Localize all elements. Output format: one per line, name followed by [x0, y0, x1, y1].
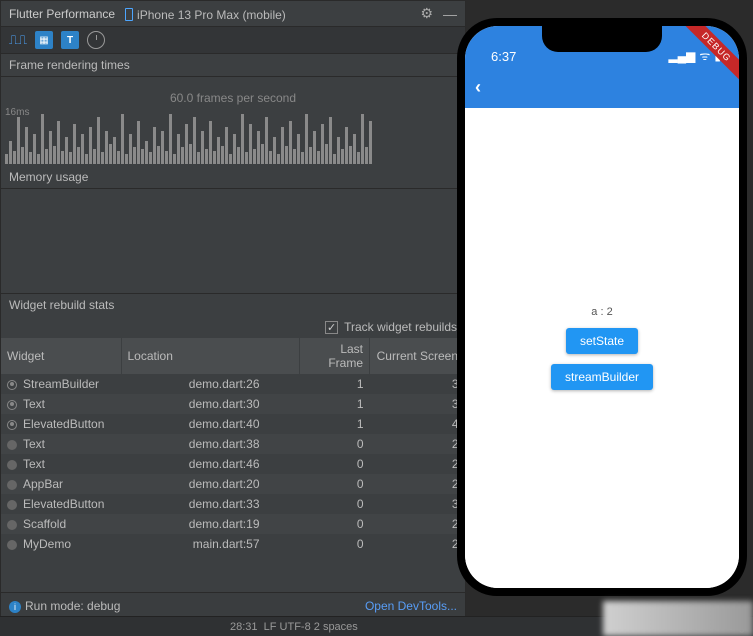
device-selector[interactable]: iPhone 13 Pro Max (mobile) — [125, 6, 286, 22]
rebuild-table: Widget Location Last Frame Current Scree… — [1, 338, 465, 554]
col-widget[interactable]: Widget — [1, 338, 121, 374]
frame-section-title: Frame rendering times — [1, 54, 465, 76]
setstate-button[interactable]: setState — [566, 328, 638, 354]
run-mode-label: Run mode: debug — [25, 599, 120, 613]
table-row[interactable]: Textdemo.dart:3802 — [1, 434, 465, 454]
minimize-icon[interactable]: — — [443, 6, 457, 22]
streambuilder-button[interactable]: streamBuilder — [551, 364, 653, 390]
debug-paint-icon[interactable]: T — [61, 31, 79, 49]
activity-dot — [7, 480, 17, 490]
rebuild-title: Widget rebuild stats — [1, 294, 465, 316]
frame-chart: 60.0 frames per second 16ms — [1, 76, 465, 166]
back-icon[interactable]: ‹ — [475, 77, 481, 98]
slow-animations-icon[interactable] — [87, 31, 105, 49]
memory-section-title: Memory usage — [1, 166, 465, 188]
table-row[interactable]: StreamBuilderdemo.dart:2613 — [1, 374, 465, 394]
memory-chart — [1, 188, 465, 293]
perf-overlay-icon[interactable]: ⎍⎍ — [9, 31, 27, 49]
panel-footer: i Run mode: debug Open DevTools... — [1, 592, 465, 619]
app-bar: ‹ — [465, 66, 739, 108]
gear-icon[interactable]: ⚙ — [420, 5, 433, 22]
table-row[interactable]: MyDemomain.dart:5702 — [1, 534, 465, 554]
iphone-simulator: DEBUG 6:37 ▂▄▆ ᯤ ▮ ‹ a : 2 setState stre… — [457, 18, 747, 596]
col-location[interactable]: Location — [121, 338, 300, 374]
open-devtools-link[interactable]: Open DevTools... — [365, 599, 457, 613]
table-row[interactable]: Textdemo.dart:3013 — [1, 394, 465, 414]
activity-dot — [7, 380, 17, 390]
track-rebuilds-label: Track widget rebuilds — [344, 320, 457, 334]
col-current[interactable]: Current Screen — [370, 338, 465, 374]
signal-icon: ▂▄▆ — [668, 49, 695, 63]
col-lastframe[interactable]: Last Frame — [300, 338, 370, 374]
phone-time: 6:37 — [491, 49, 516, 64]
table-row[interactable]: ElevatedButtondemo.dart:4014 — [1, 414, 465, 434]
activity-dot — [7, 500, 17, 510]
track-rebuilds-checkbox[interactable]: ✓ — [325, 321, 338, 334]
activity-dot — [7, 440, 17, 450]
perf-toolbar: ⎍⎍ ▦ T — [1, 27, 465, 54]
rebuild-section: Widget rebuild stats ✓ Track widget rebu… — [1, 293, 465, 592]
table-row[interactable]: AppBardemo.dart:2002 — [1, 474, 465, 494]
table-row[interactable]: ElevatedButtondemo.dart:3303 — [1, 494, 465, 514]
activity-dot — [7, 540, 17, 550]
flutter-performance-panel: Flutter Performance iPhone 13 Pro Max (m… — [0, 0, 466, 620]
result-text: a : 2 — [591, 306, 612, 318]
activity-dot — [7, 460, 17, 470]
phone-icon — [125, 8, 133, 21]
table-row[interactable]: Scaffolddemo.dart:1902 — [1, 514, 465, 534]
blurred-region — [603, 601, 753, 636]
fps-label: 60.0 frames per second — [170, 91, 296, 105]
notch — [542, 26, 662, 52]
table-row[interactable]: Textdemo.dart:4602 — [1, 454, 465, 474]
panel-header: Flutter Performance iPhone 13 Pro Max (m… — [1, 1, 465, 27]
status-cursor-pos: 28:31 LF UTF-8 2 spaces — [230, 621, 358, 633]
activity-dot — [7, 520, 17, 530]
activity-dot — [7, 420, 17, 430]
info-icon: i — [9, 601, 21, 613]
repaint-rainbow-icon[interactable]: ▦ — [35, 31, 53, 49]
activity-dot — [7, 400, 17, 410]
panel-title: Flutter Performance — [9, 7, 115, 21]
